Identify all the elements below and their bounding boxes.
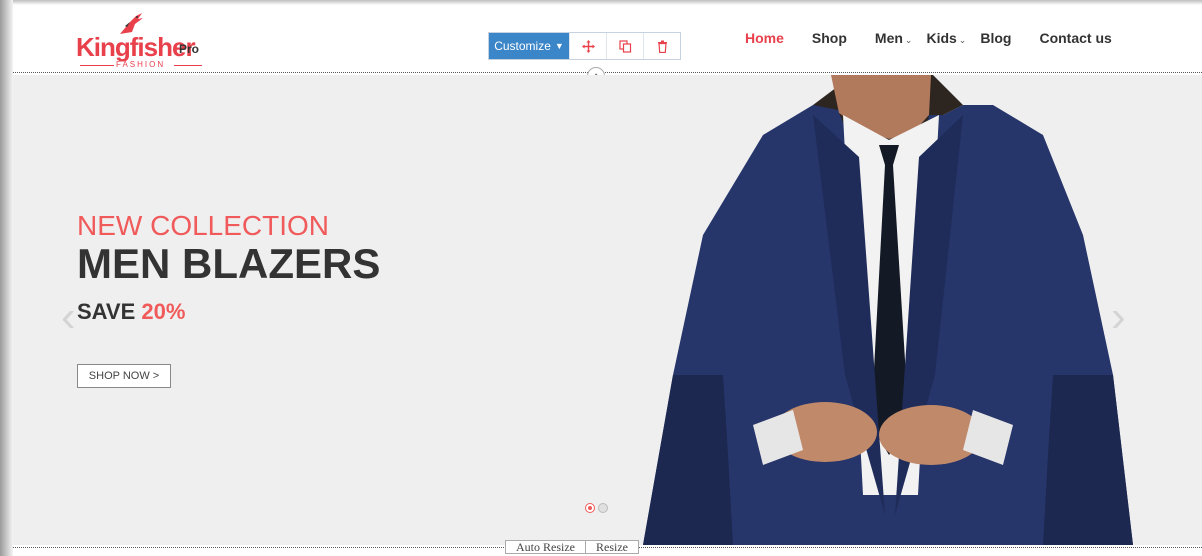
move-button[interactable] — [569, 33, 606, 59]
chevron-right-icon[interactable]: › — [1111, 295, 1135, 339]
nav-kids-label: Kids — [926, 30, 957, 46]
copy-button[interactable] — [606, 33, 643, 59]
nav-blog[interactable]: Blog — [980, 30, 1011, 46]
nav-men-label: Men — [874, 30, 903, 46]
copy-icon — [618, 39, 631, 53]
trash-icon — [657, 40, 667, 53]
brand-rule-right — [174, 65, 202, 66]
hero-model-image — [643, 75, 1133, 545]
section-top-border — [13, 72, 1202, 73]
nav-men[interactable]: Men ⌄ — [875, 30, 913, 46]
resize-button[interactable]: Resize — [586, 540, 639, 554]
slide-subtitle: NEW COLLECTION — [77, 210, 330, 241]
slider-pagination — [585, 503, 611, 513]
slider-dot-1[interactable] — [585, 503, 595, 513]
hero-slider: NEW COLLECTION MEN BLAZERS SAVE 20% SHOP… — [13, 75, 1202, 545]
nav-shop[interactable]: Shop — [812, 30, 847, 46]
nav-home[interactable]: Home — [745, 30, 784, 46]
save-prefix: SAVE — [77, 299, 136, 324]
chevron-left-icon[interactable]: ‹ — [61, 295, 85, 339]
nav-contact[interactable]: Contact us — [1039, 30, 1111, 46]
brand-suffix: Pro — [179, 42, 200, 56]
slide-title: MEN BLAZERS — [77, 240, 381, 287]
slide-save: SAVE 20% — [77, 299, 185, 325]
shop-now-button[interactable]: SHOP NOW > — [77, 364, 171, 388]
chevron-down-icon: ⌄ — [904, 35, 913, 45]
brand-tagline: FASHION — [116, 60, 166, 69]
delete-button[interactable] — [643, 33, 680, 59]
customize-button[interactable]: Customize ▼ — [489, 33, 569, 59]
brand-rule-left — [80, 65, 114, 66]
auto-resize-button[interactable]: Auto Resize — [505, 540, 586, 554]
editor-toolbar: Customize ▼ — [488, 32, 681, 60]
brand-logo[interactable]: Kingfisher Pro FASHION — [76, 12, 216, 69]
brand-name: Kingfisher — [76, 32, 196, 62]
customize-label: Customize — [494, 39, 551, 53]
page: Kingfisher Pro FASHION Home Shop Men ⌄ Ki… — [0, 0, 1202, 556]
editor-left-rail — [0, 0, 13, 556]
main-nav: Home Shop Men ⌄ Kids ⌄ Blog Contact us — [745, 30, 1140, 46]
resize-controls: Auto Resize Resize — [505, 540, 639, 554]
chevron-down-icon: ⌄ — [958, 35, 967, 45]
save-value: 20% — [141, 299, 186, 324]
nav-kids[interactable]: Kids ⌄ — [926, 30, 966, 46]
move-icon — [581, 39, 595, 53]
slider-dot-2[interactable] — [598, 503, 608, 513]
caret-down-icon: ▼ — [554, 41, 564, 51]
